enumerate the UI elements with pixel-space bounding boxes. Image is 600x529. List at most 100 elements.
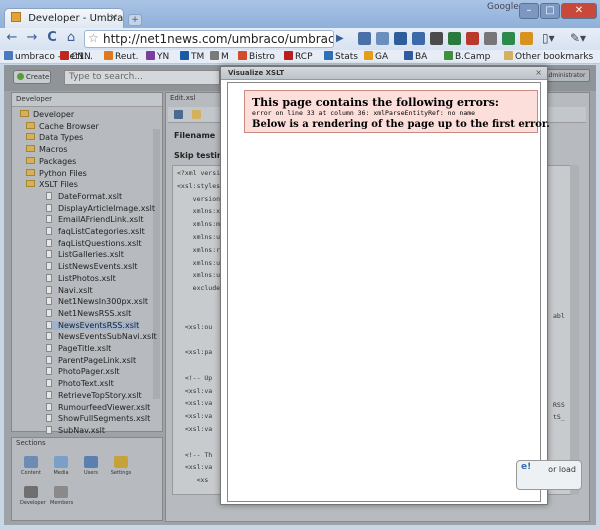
extension-icon[interactable] (358, 32, 371, 45)
section-developer[interactable]: Developer (20, 486, 46, 506)
tree-folder[interactable]: XSLT Files (26, 180, 78, 189)
section-settings[interactable]: Settings (110, 456, 132, 476)
page-menu-button[interactable]: ▯▾ (542, 31, 555, 45)
tree-folder[interactable]: Data Types (26, 133, 83, 142)
code-line: <!-- Th (177, 450, 213, 459)
section-users[interactable]: Users (80, 456, 102, 476)
xslt-file-icon (46, 250, 52, 259)
bookmark-item[interactable]: M (210, 51, 229, 62)
tree-file[interactable]: PhotoPager.xslt (46, 367, 120, 376)
browser-tab[interactable]: Developer - Umbra... × (4, 8, 124, 28)
tree-file[interactable]: RetrieveTopStory.xslt (46, 390, 142, 400)
tree-file[interactable]: ShowFullSegments.xslt (46, 414, 150, 423)
bookmark-item[interactable]: B.Camp (444, 51, 490, 62)
close-window-button[interactable]: ✕ (561, 3, 597, 19)
dialog-close-icon[interactable]: × (535, 68, 542, 77)
tree-file[interactable]: RumourfeedViewer.xslt (46, 402, 150, 412)
minimize-button[interactable]: – (519, 3, 539, 19)
tree-file[interactable]: NewsEventsRSS.xslt (46, 320, 140, 330)
bookmark-favicon-icon (444, 51, 453, 60)
tree-item-label: PhotoPager.xslt (58, 367, 120, 377)
sections-header: Sections (16, 439, 46, 447)
tree-folder[interactable]: Packages (26, 156, 77, 166)
tree-scrollbar[interactable] (153, 129, 160, 399)
tree-item-label: ListPhotos.xslt (58, 273, 116, 283)
tree-item-label: SubNav.xslt (58, 425, 106, 435)
code-scrollbar[interactable] (570, 165, 579, 495)
maximize-button[interactable]: □ (540, 3, 560, 19)
tab-close-icon[interactable]: × (110, 12, 118, 23)
notification-text: or load (548, 465, 576, 474)
bookmark-item[interactable]: GA (364, 51, 388, 62)
bookmark-item[interactable]: BA (404, 51, 427, 62)
tree-file[interactable]: Net1NewsIn300px.xslt (46, 297, 148, 306)
bookmark-star-icon[interactable]: ☆ (88, 31, 99, 45)
tree-folder[interactable]: Developer (20, 110, 74, 119)
address-bar[interactable]: ☆ http://net1news.com/umbraco/umbraco.as… (84, 30, 334, 48)
reload-button[interactable]: C (44, 30, 60, 46)
new-tab-button[interactable]: + (128, 14, 142, 26)
bookmark-item[interactable]: CNN (60, 51, 91, 62)
section-label: Content (21, 470, 41, 476)
extension-icon[interactable] (502, 32, 515, 45)
tree-file[interactable]: PageTitle.xslt (46, 344, 111, 353)
create-button[interactable]: Create (13, 70, 51, 84)
tree-file[interactable]: NewsEventsSubNavi.xslt (46, 332, 157, 341)
extension-icon[interactable] (520, 32, 533, 45)
notification-tooltip[interactable]: e! or load (516, 460, 582, 490)
tree-file[interactable]: SubNav.xslt (46, 425, 106, 435)
tree-file[interactable]: ListGalleries.xslt (46, 250, 124, 259)
tree-folder[interactable]: Cache Browser (26, 121, 99, 131)
bookmarks-bar: umbraco - net1... CNN Reut. YN TM M Bistro RCP S… (0, 50, 600, 64)
tree-item-label: Python Files (39, 168, 87, 178)
forward-button[interactable]: → (24, 30, 40, 46)
go-button[interactable]: ▶ (336, 31, 350, 47)
xslt-file-icon (46, 425, 52, 434)
tree-folder[interactable]: Python Files (26, 168, 87, 178)
extension-icon[interactable] (448, 32, 461, 45)
tree-file[interactable]: EmailAFriendLink.xslt (46, 215, 143, 224)
tree-file[interactable]: ListNewsEvents.xslt (46, 262, 138, 271)
home-button[interactable]: ⌂ (63, 30, 79, 46)
tree-file[interactable]: faqListCategories.xslt (46, 227, 145, 236)
browser-title-bar: Developer - Umbra... × + Google – □ ✕ (0, 0, 600, 28)
bookmark-item[interactable]: YN (146, 51, 169, 62)
tree-file[interactable]: Navi.xslt (46, 285, 93, 295)
code-line: <xsl:va (177, 386, 213, 395)
tree-folder[interactable]: Macros (26, 145, 67, 154)
insert-icon[interactable] (192, 110, 201, 119)
extension-icon[interactable] (430, 32, 443, 45)
back-button[interactable]: ← (4, 30, 20, 46)
section-members[interactable]: Members (50, 486, 73, 506)
section-content[interactable]: Content (20, 456, 42, 476)
section-media[interactable]: Media (50, 456, 72, 476)
bookmark-item[interactable]: RCP (284, 51, 313, 62)
sections-panel: Sections Content Media Users Settings Develo… (11, 437, 163, 521)
bookmark-item[interactable]: TM (180, 51, 204, 62)
bookmark-item[interactable]: Stats (324, 51, 358, 62)
tree-item-label: PhotoText.xslt (58, 379, 114, 389)
notification-icon: e! (521, 462, 532, 472)
bookmark-item[interactable]: Other bookmarks (504, 51, 593, 62)
bookmark-item[interactable]: Reut. (104, 51, 138, 62)
extension-icon[interactable] (484, 32, 497, 45)
extension-icon[interactable] (376, 32, 389, 45)
tree-item-label: Packages (39, 156, 77, 166)
extension-icon[interactable] (394, 32, 407, 45)
tree-file[interactable]: faqListQuestions.xslt (46, 238, 142, 248)
tools-menu-button[interactable]: ✎▾ (570, 31, 586, 45)
extension-icon[interactable] (466, 32, 479, 45)
code-line: <xs (177, 476, 209, 485)
tree-file[interactable]: Net1NewsRSS.xslt (46, 308, 131, 318)
tree-file[interactable]: PhotoText.xslt (46, 379, 114, 388)
tree-file[interactable]: DateFormat.xslt (46, 191, 122, 201)
save-icon[interactable] (174, 110, 183, 119)
bookmark-item[interactable]: Bistro (238, 51, 275, 62)
profile-name: Google (487, 2, 519, 12)
tree-item-label: faqListCategories.xslt (58, 227, 145, 236)
tree-file[interactable]: ListPhotos.xslt (46, 273, 116, 283)
tree-file[interactable]: DisplayArticleImage.xslt (46, 203, 155, 213)
tree-file[interactable]: ParentPageLink.xslt (46, 355, 136, 365)
extension-icon[interactable] (412, 32, 425, 45)
search-input[interactable]: Type to search... (64, 70, 220, 85)
